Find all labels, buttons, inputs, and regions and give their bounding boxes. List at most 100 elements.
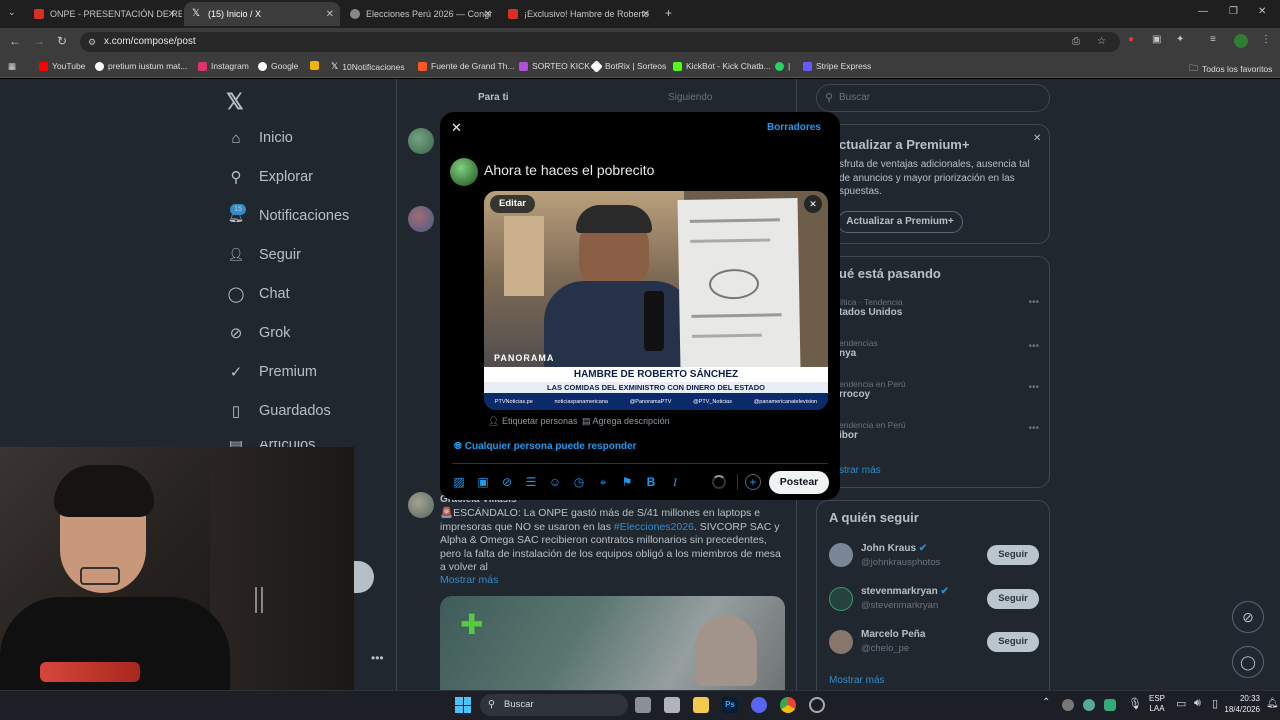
tray-icon[interactable] <box>1083 699 1095 711</box>
instagram-icon <box>198 61 207 71</box>
doc-line <box>689 218 780 223</box>
back-icon[interactable]: ← <box>9 34 21 48</box>
star-icon[interactable]: ☆ <box>1097 32 1106 52</box>
app-icon[interactable] <box>809 697 825 713</box>
profile-avatar[interactable] <box>1234 34 1248 48</box>
clock-date: 18/4/2026 <box>1224 705 1260 714</box>
bookmark-whatsapp[interactable]: | <box>775 61 790 71</box>
close-icon[interactable]: ✕ <box>168 9 176 20</box>
clock-time: 20:33 <box>1239 694 1260 703</box>
bookmark-star[interactable] <box>310 61 319 70</box>
bookmark-pretium[interactable]: pretium iustum mat... <box>95 61 187 71</box>
webcam-feed <box>0 447 354 690</box>
flag-icon[interactable]: ⚑ <box>620 475 634 489</box>
file-explorer-icon[interactable] <box>693 697 709 713</box>
bookmark-sorteo-kick[interactable]: SORTEO KICK <box>519 61 590 71</box>
windows-start-icon[interactable] <box>455 697 471 713</box>
chrome-icon[interactable] <box>780 697 796 713</box>
social-strip: PTVNoticias.pe noticiaspanamericana @Pan… <box>484 393 828 410</box>
address-bar[interactable]: ⚙ x.com/compose/post ⎙ ☆ <box>80 32 1120 52</box>
bookmark-kickbot[interactable]: KickBot - Kick Chatb... <box>673 61 771 71</box>
drafts-button[interactable]: Borradores <box>767 122 821 133</box>
all-bookmarks[interactable]: 🗀︎ Todos los favoritos <box>1189 61 1272 77</box>
taskbar-search[interactable]: ⚲ Buscar <box>480 694 628 716</box>
grok-icon[interactable]: ⊘ <box>500 475 514 489</box>
battery-icon[interactable]: ▯ <box>1212 697 1218 710</box>
bookmark-google[interactable]: Google <box>258 61 298 71</box>
install-icon[interactable]: ⎙ <box>1072 32 1080 52</box>
bookmark-grand-theft[interactable]: Fuente de Grand Th... <box>418 61 514 71</box>
tab-onpe[interactable]: ONPE - PRESENTACIÓN DE RES ✕ <box>26 2 182 26</box>
tab-elecciones[interactable]: Elecciones Perú 2026 — Congr ✕ <box>342 2 498 26</box>
attached-media[interactable]: PANORAMA HAMBRE DE ROBERTO SÁNCHEZ LAS C… <box>484 191 828 410</box>
location-icon[interactable]: ⌖ <box>596 475 610 490</box>
search-icon: ⚲ <box>488 699 495 710</box>
extension-icon[interactable]: ▣ <box>1152 34 1161 45</box>
kick-icon <box>519 61 528 71</box>
poll-icon[interactable]: ☰ <box>524 475 538 489</box>
bookmark-stripe[interactable]: Stripe Express <box>803 61 871 71</box>
menu-icon[interactable]: ⋮ <box>1261 34 1271 45</box>
remove-media-icon[interactable]: ✕ <box>804 195 822 213</box>
volume-icon[interactable]: 🔊︎ <box>1194 697 1201 710</box>
lang-line: ESP <box>1149 694 1166 703</box>
taskbar-search-label: Buscar <box>504 699 534 710</box>
forward-icon[interactable]: → <box>33 34 45 48</box>
bookmark-label: YouTube <box>52 61 86 71</box>
puzzle-icon[interactable]: ✦ <box>1176 34 1184 45</box>
youtube-icon <box>39 61 48 71</box>
photoshop-icon[interactable]: Ps <box>722 697 738 713</box>
add-post-icon[interactable]: + <box>745 474 761 490</box>
microphone-icon[interactable]: 🎙︎ <box>1128 697 1142 710</box>
close-icon[interactable]: ✕ <box>451 120 462 136</box>
schedule-icon[interactable]: ◷ <box>572 475 586 489</box>
bold-icon[interactable]: B <box>644 475 658 489</box>
discord-icon[interactable] <box>751 697 767 713</box>
italic-icon[interactable]: I <box>668 475 682 490</box>
notifications-icon[interactable]: 🔔︎ <box>1266 698 1279 709</box>
language-indicator[interactable]: ESP LAA <box>1149 694 1165 714</box>
network-icon[interactable]: ▭ <box>1176 697 1186 710</box>
window-close-icon[interactable]: ✕ <box>1258 6 1266 17</box>
bookmark-instagram[interactable]: Instagram <box>198 61 249 71</box>
bookmark-botrix[interactable]: BotRix | Sorteos <box>590 59 666 73</box>
clock[interactable]: 20:33 18/4/2026 <box>1220 693 1260 715</box>
description-icon: ▤ <box>582 416 591 426</box>
reply-setting-button[interactable]: 🌐︎ Cualquier persona puede responder <box>454 441 637 452</box>
close-icon[interactable]: ✕ <box>642 9 650 20</box>
doc-line <box>691 313 782 318</box>
tab-exclusivo[interactable]: ¡Exclusivo! Hambre de Roberto ✕ <box>500 2 656 26</box>
tab-x-home[interactable]: 𝕏 (15) Inicio / X ✕ <box>184 2 340 26</box>
extension-record-icon[interactable]: ● <box>1128 34 1134 45</box>
tray-icon[interactable] <box>1104 699 1116 711</box>
app-icon[interactable] <box>664 697 680 713</box>
bookmark-youtube[interactable]: YouTube <box>39 61 85 71</box>
tab-search-icon[interactable]: ⌄ <box>8 7 16 18</box>
post-button[interactable]: Postear <box>769 471 829 494</box>
gif-icon[interactable]: ▣ <box>476 475 490 489</box>
start-square <box>463 697 471 705</box>
apps-icon[interactable]: ▦ <box>8 61 16 72</box>
emoji-icon[interactable]: ☺ <box>548 475 562 489</box>
task-view-icon[interactable] <box>635 697 651 713</box>
chevron-up-icon[interactable]: ⌃ <box>1042 697 1050 708</box>
tag-people-button[interactable]: 👤︎ Etiquetar personas <box>488 416 578 427</box>
minimize-icon[interactable]: — <box>1198 6 1208 17</box>
new-tab-icon[interactable]: + <box>665 6 672 20</box>
edit-media-button[interactable]: Editar <box>490 195 535 213</box>
maximize-icon[interactable]: ❐ <box>1229 6 1238 17</box>
globe-icon: 🌐︎ <box>454 441 462 452</box>
site-info-icon[interactable]: ⚙ <box>88 32 96 52</box>
tray-icon[interactable] <box>1062 699 1074 711</box>
reload-icon[interactable]: ↻ <box>57 34 67 48</box>
close-icon[interactable]: ✕ <box>326 9 334 20</box>
compose-textarea[interactable]: Ahora te haces el pobrecito <box>484 162 654 178</box>
image-icon[interactable]: ▨ <box>452 475 466 489</box>
start-square <box>455 705 463 713</box>
add-description-button[interactable]: ▤ Agrega descripción <box>582 416 670 427</box>
botrix-icon <box>590 59 603 73</box>
panorama-logo: PANORAMA <box>494 353 555 363</box>
media-icon[interactable]: ≡ <box>1210 34 1216 45</box>
bookmark-10notificaciones[interactable]: 𝕏 10Notificaciones <box>331 61 405 72</box>
close-icon[interactable]: ✕ <box>484 9 492 20</box>
